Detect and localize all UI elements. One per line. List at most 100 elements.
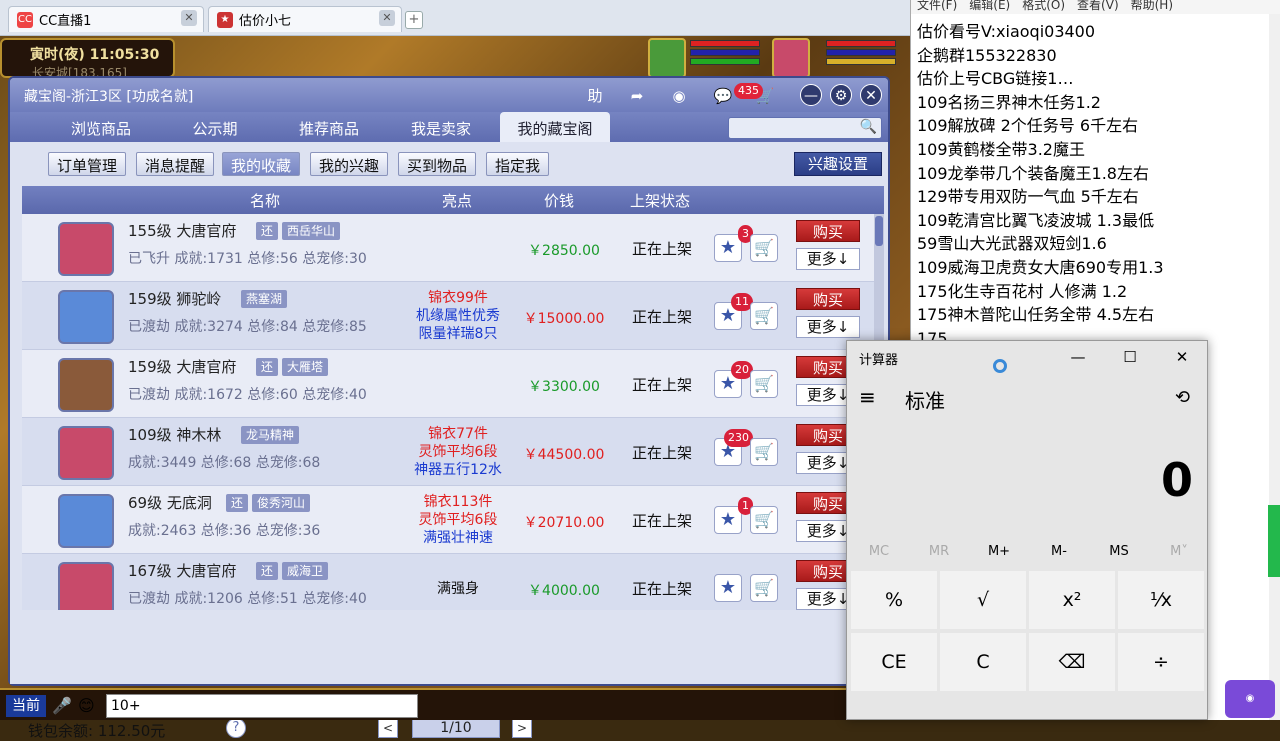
character-avatar[interactable] (58, 222, 114, 276)
memory-button[interactable]: MR (911, 544, 967, 559)
browser-tab-cc[interactable]: CC CC直播1 ✕ (8, 6, 204, 32)
emoji-icon[interactable]: 😊 (78, 696, 95, 715)
add-to-cart-icon[interactable]: 🛒 (750, 574, 778, 602)
history-icon[interactable]: ⟲ (1175, 387, 1190, 408)
item-list[interactable]: 155级 大唐官府 还 西岳华山 已飞升 成就:1731 总修:56 总宠修:3… (22, 214, 874, 610)
share-icon[interactable]: ➦ (626, 85, 648, 107)
favorite-star-icon[interactable]: ★ 20 (714, 361, 753, 398)
calculator-key[interactable]: x² (1029, 571, 1115, 629)
interest-settings-button[interactable]: 兴趣设置 (794, 152, 882, 176)
calculator-key[interactable]: C (940, 633, 1026, 691)
add-to-cart-icon[interactable]: 🛒 (750, 438, 778, 466)
memory-button[interactable]: M- (1031, 544, 1087, 559)
close-tab-icon[interactable]: ✕ (181, 10, 197, 26)
buy-button[interactable]: 购买 (796, 220, 860, 242)
close-icon[interactable]: ✕ (860, 84, 882, 106)
favorite-star-icon[interactable]: ★ 230 (714, 429, 753, 466)
favorite-star-icon[interactable]: ★ 1 (714, 497, 753, 534)
help-icon[interactable]: ? (226, 718, 246, 738)
page-indicator: 1/10 (412, 718, 500, 738)
filter-purchased[interactable]: 买到物品 (398, 152, 477, 176)
filter-assigned[interactable]: 指定我 (486, 152, 550, 176)
notepad-menu-item[interactable]: 查看(V) (1077, 0, 1119, 12)
chat-icon[interactable]: 💬 (712, 85, 734, 107)
game-hud-clock: 寅时(夜) 11:05:30 长安城[183,165] (0, 38, 175, 80)
close-icon[interactable]: ✕ (1167, 345, 1197, 369)
search-icon[interactable]: 🔍 (860, 119, 877, 135)
favorite-star-icon[interactable]: ★ 11 (714, 293, 753, 330)
add-to-cart-icon[interactable]: 🛒 (750, 506, 778, 534)
notepad-text[interactable]: 估价看号V:xiaoqi03400 企鹅群155322830 估价上号CBG链接1…… (917, 20, 1269, 340)
more-button[interactable]: 更多↓ (796, 316, 860, 338)
favorite-star-icon[interactable]: ★ 3 (714, 225, 753, 262)
table-row[interactable]: 109级 神木林 龙马精神 成就:3449 总修:68 总宠修:68 锦衣77件… (22, 418, 874, 486)
calculator-key[interactable]: ¹⁄x (1118, 571, 1204, 629)
table-row[interactable]: 159级 大唐官府 还 大雁塔 已渡劫 成就:1672 总修:60 总宠修:40… (22, 350, 874, 418)
prev-page-button[interactable]: < (378, 718, 398, 738)
memory-button[interactable]: M˅ (1151, 544, 1207, 559)
tab-public[interactable]: 公示期 (160, 112, 270, 142)
favorite-star-icon[interactable]: ★ (714, 574, 742, 602)
search-input[interactable]: 🔍 (728, 117, 882, 139)
character-avatar[interactable] (58, 494, 114, 548)
stop-icon[interactable]: ◉ (668, 85, 690, 107)
calculator-key[interactable]: % (851, 571, 937, 629)
server-tag: 燕塞湖 (241, 290, 288, 308)
table-row[interactable]: 69级 无底洞 还 俊秀河山 成就:2463 总修:36 总宠修:36 锦衣11… (22, 486, 874, 554)
player-portrait[interactable] (772, 38, 810, 78)
maximize-icon[interactable]: ☐ (1115, 345, 1145, 369)
filter-orders[interactable]: 订单管理 (48, 152, 127, 176)
notepad-menu-item[interactable]: 编辑(E) (969, 0, 1010, 12)
calculator-key[interactable]: √ (940, 571, 1026, 629)
character-avatar[interactable] (58, 358, 114, 412)
notepad-menu-item[interactable]: 文件(F) (917, 0, 957, 12)
browser-tab-estimate[interactable]: ★ 估价小七 ✕ (208, 6, 402, 32)
listing-status: 正在上架 (631, 512, 692, 530)
notepad-menu-item[interactable]: 帮助(H) (1131, 0, 1173, 12)
minimize-icon[interactable]: — (800, 84, 822, 106)
filter-interests[interactable]: 我的兴趣 (310, 152, 389, 176)
add-to-cart-icon[interactable]: 🛒 (750, 302, 778, 330)
add-to-cart-icon[interactable]: 🛒 (750, 234, 778, 262)
table-row[interactable]: 159级 狮驼岭 燕塞湖 已渡劫 成就:3274 总修:84 总宠修:85 锦衣… (22, 282, 874, 350)
calculator-key[interactable]: ÷ (1118, 633, 1204, 691)
table-row[interactable]: 167级 大唐官府 还 威海卫 已渡劫 成就:1206 总修:51 总宠修:40… (22, 554, 874, 610)
notepad-menu-item[interactable]: 格式(O) (1022, 0, 1065, 12)
new-tab-button[interactable]: + (405, 11, 423, 29)
memory-button[interactable]: MS (1091, 544, 1147, 559)
filter-favorites[interactable]: 我的收藏 (222, 152, 301, 176)
scroll-thumb[interactable] (875, 216, 883, 246)
character-avatar[interactable] (58, 290, 114, 344)
tab-seller[interactable]: 我是卖家 (386, 112, 496, 142)
memory-button[interactable]: MC (851, 544, 907, 559)
next-page-button[interactable]: > (512, 718, 532, 738)
character-avatar[interactable] (58, 426, 114, 480)
buy-button[interactable]: 购买 (796, 288, 860, 310)
filter-messages[interactable]: 消息提醒 (136, 152, 215, 176)
tab-recommend[interactable]: 推荐商品 (274, 112, 384, 142)
pet-portrait[interactable] (648, 38, 686, 78)
chat-channel-button[interactable]: 当前 (6, 695, 46, 717)
settings-icon[interactable]: ⚙ (830, 84, 852, 106)
close-tab-icon[interactable]: ✕ (379, 10, 395, 26)
table-row[interactable]: 155级 大唐官府 还 西岳华山 已飞升 成就:1731 总修:56 总宠修:3… (22, 214, 874, 282)
menu-icon[interactable]: ≡ (859, 385, 876, 409)
add-to-cart-icon[interactable]: 🛒 (750, 370, 778, 398)
notepad-scrollbar[interactable] (1269, 14, 1280, 720)
microphone-icon[interactable]: 🎤 (52, 696, 72, 715)
calculator-key[interactable]: CE (851, 633, 937, 691)
memory-button[interactable]: M+ (971, 544, 1027, 559)
window-title-bar[interactable]: 藏宝阁-浙江3区 [功成名就] 助 ➦ ◉ 💬 🛒 435 — ⚙ ✕ (10, 78, 888, 112)
character-avatar[interactable] (58, 562, 114, 610)
calculator-key[interactable]: ⌫ (1029, 633, 1115, 691)
help-button[interactable]: 助 (584, 85, 606, 107)
minimize-icon[interactable]: — (1063, 345, 1093, 369)
notepad-line: 59雪山大光武器双短剑1.6 (917, 234, 1107, 254)
loading-icon (993, 359, 1007, 373)
chat-input[interactable]: 10+ (106, 694, 418, 718)
cart-count-badge: 435 (734, 83, 763, 99)
tab-my-pavilion[interactable]: 我的藏宝阁 (500, 112, 610, 142)
more-button[interactable]: 更多↓ (796, 248, 860, 270)
return-flag: 还 (226, 494, 249, 512)
tab-browse[interactable]: 浏览商品 (46, 112, 156, 142)
